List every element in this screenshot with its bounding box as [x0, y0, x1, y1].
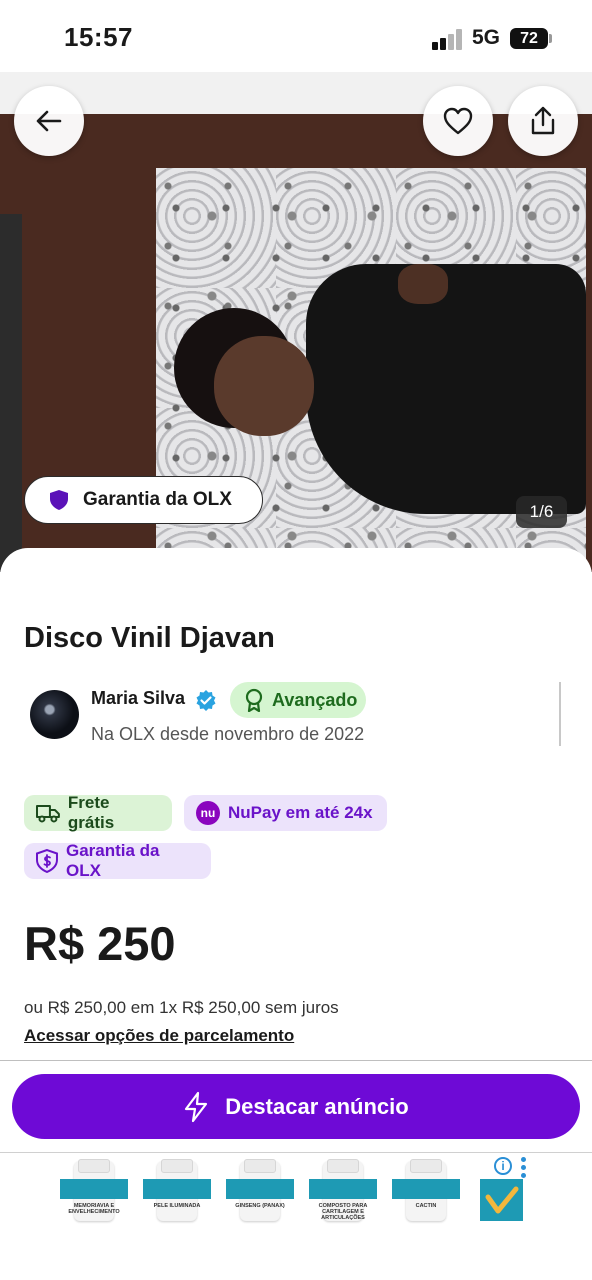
ad-product-name: COMPOSTO PARA CARTILAGEM E ARTICULAÇÕES — [318, 1203, 368, 1221]
highlight-ad-button[interactable]: Destacar anúncio — [12, 1074, 580, 1139]
ad-product[interactable]: GINSENG (PANAX) — [222, 1157, 298, 1227]
share-button[interactable] — [508, 86, 578, 156]
ad-product[interactable]: PELE ILUMINADA — [139, 1157, 215, 1227]
seller-level-badge: Avançado — [230, 682, 366, 718]
nubank-logo-icon: nu — [196, 801, 220, 825]
network-label: 5G — [472, 26, 501, 49]
photo-gallery[interactable]: Garantia da OLX 1/6 — [0, 72, 592, 572]
avatar[interactable] — [30, 690, 79, 739]
award-ribbon-icon — [245, 688, 263, 712]
ad-product-label — [143, 1179, 211, 1199]
seller-level-label: Avançado — [272, 689, 358, 710]
favorite-button[interactable] — [423, 86, 493, 156]
back-button[interactable] — [14, 86, 84, 156]
listing-title: Disco Vinil Djavan — [24, 622, 275, 654]
member-since: Na OLX desde novembro de 2022 — [91, 724, 365, 744]
ad-product-label — [392, 1179, 460, 1199]
ad-product[interactable]: MEMORIAVIA E ENVELHECIMENTO — [56, 1157, 132, 1227]
installment-options-link[interactable]: Acessar opções de parcelamento — [24, 1026, 294, 1046]
ad-product-label — [60, 1179, 128, 1199]
ad-product-name: PELE ILUMINADA — [153, 1203, 201, 1209]
guarantee-badge: Garantia da OLX — [24, 841, 211, 880]
ad-product-cap — [78, 1159, 110, 1173]
photo-counter: 1/6 — [516, 496, 567, 528]
share-icon — [531, 106, 555, 135]
ad-product-cap — [161, 1159, 193, 1173]
ad-banner[interactable]: MEMORIAVIA E ENVELHECIMENTO PELE ILUMINA… — [0, 1152, 592, 1230]
battery-icon: 72 — [510, 28, 548, 49]
arrow-left-icon — [36, 110, 62, 132]
ad-product-cap — [410, 1159, 442, 1173]
ad-product-cap — [327, 1159, 359, 1173]
shield-icon — [50, 490, 68, 510]
status-bar: 15:57 5G 72 — [0, 0, 592, 72]
nupay-label: NuPay em até 24x — [228, 803, 373, 822]
guarantee-pill-label: Garantia da OLX — [83, 489, 232, 510]
shield-money-icon — [36, 849, 58, 873]
ad-brand-logo[interactable] — [480, 1179, 523, 1221]
lightning-icon — [185, 1091, 208, 1122]
battery-tip — [549, 34, 552, 43]
photo-figure-face — [214, 336, 314, 436]
installment-text: ou R$ 250,00 em 1x R$ 250,00 sem juros — [24, 998, 339, 1017]
divider — [0, 1060, 592, 1061]
ad-product-label — [309, 1179, 377, 1199]
ad-info-icon[interactable]: i — [494, 1157, 512, 1175]
truck-icon — [36, 805, 60, 823]
listing-details: Disco Vinil Djavan Maria Silva Avançado … — [0, 548, 592, 1058]
divider — [559, 682, 561, 746]
signal-icon — [432, 28, 464, 50]
status-time: 15:57 — [64, 22, 133, 52]
seller-name[interactable]: Maria Silva — [91, 688, 185, 709]
heart-icon — [443, 107, 473, 135]
verified-icon — [196, 690, 216, 711]
photo-figure-hand — [398, 264, 448, 304]
ad-product-cap — [244, 1159, 276, 1173]
ad-product-name: GINSENG (PANAX) — [235, 1203, 285, 1209]
checkmark-logo-icon — [485, 1186, 519, 1214]
ad-product-name: CACTIN — [415, 1203, 437, 1209]
photo-record-edge — [0, 214, 22, 572]
ad-product[interactable]: CACTIN — [388, 1157, 464, 1227]
guarantee-badge-label: Garantia da OLX — [65, 841, 160, 880]
photo-figure — [306, 264, 586, 514]
ad-product[interactable]: COMPOSTO PARA CARTILAGEM E ARTICULAÇÕES — [305, 1157, 381, 1227]
free-shipping-label: Frete grátis — [67, 793, 115, 832]
ad-product-name: MEMORIAVIA E ENVELHECIMENTO — [68, 1203, 120, 1215]
guarantee-pill[interactable]: Garantia da OLX — [24, 476, 263, 524]
ad-menu-icon[interactable] — [520, 1157, 528, 1178]
highlight-ad-label: Destacar anúncio — [225, 1093, 409, 1119]
price: R$ 250 — [24, 917, 176, 970]
nupay-badge: nu NuPay em até 24x — [184, 795, 387, 831]
ad-product-label — [226, 1179, 294, 1199]
free-shipping-badge: Frete grátis — [24, 793, 172, 832]
